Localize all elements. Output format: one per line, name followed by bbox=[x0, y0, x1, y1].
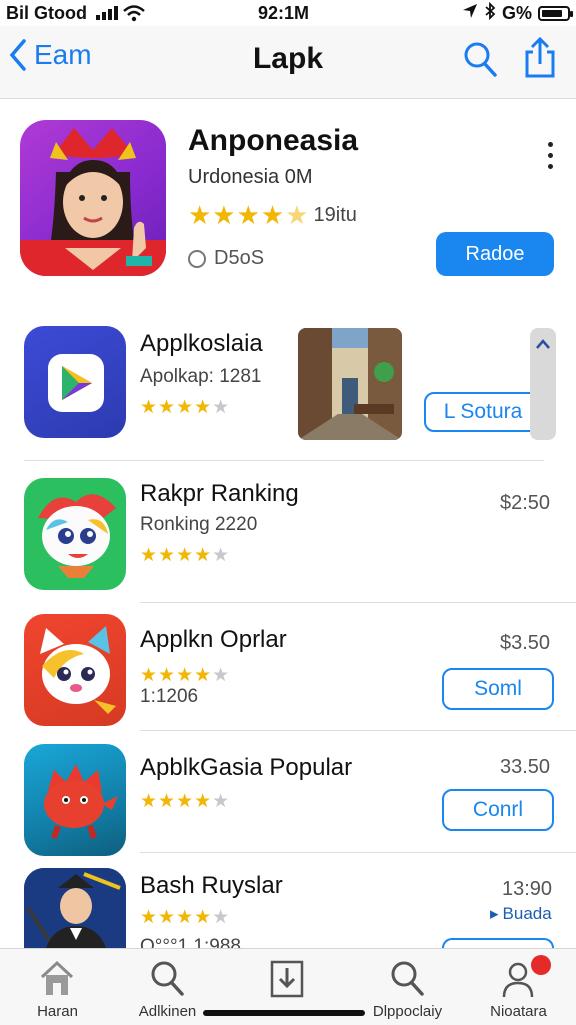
app-subtitle: O°°°1 1:988 bbox=[140, 936, 241, 948]
search-button[interactable] bbox=[462, 40, 498, 83]
app-name[interactable]: Rakpr Ranking bbox=[140, 480, 299, 508]
battery-icon bbox=[538, 6, 573, 21]
battery-percent: G% bbox=[501, 3, 532, 23]
clock: 92:1M bbox=[258, 3, 310, 23]
app-name[interactable]: ApblkGasia Popular bbox=[140, 754, 352, 782]
student-portrait-icon bbox=[24, 868, 126, 948]
app-icon[interactable] bbox=[24, 868, 126, 948]
star-rating-icon: ★★★★★ bbox=[140, 907, 231, 928]
share-icon bbox=[525, 36, 555, 78]
chevron-up-icon bbox=[536, 339, 550, 349]
carrier-label: Bil Gtood bbox=[6, 3, 87, 23]
home-icon bbox=[40, 960, 74, 995]
dot-icon bbox=[548, 153, 553, 158]
play-logo-icon bbox=[48, 354, 104, 412]
app-name[interactable]: Bash Ruyslar bbox=[140, 872, 283, 900]
signal-bars-icon bbox=[96, 4, 122, 25]
app-price: $3.50 bbox=[500, 632, 551, 654]
app-price: 33.50 bbox=[500, 756, 551, 778]
app-price: $2:50 bbox=[500, 492, 551, 514]
featured-app-subtitle: Urdonesia 0M bbox=[188, 166, 313, 188]
tab-profile[interactable]: Nioatara bbox=[461, 949, 576, 1025]
star-rating-icon: ★★★★★ bbox=[140, 545, 231, 566]
app-icon[interactable] bbox=[24, 326, 126, 438]
featured-action-button[interactable]: Radoe bbox=[436, 232, 554, 276]
star-rating-icon: ★★★★★ bbox=[140, 665, 231, 686]
app-name[interactable]: Applkoslaia bbox=[140, 330, 263, 358]
cartoon-cat-icon bbox=[40, 626, 116, 714]
divider bbox=[140, 730, 576, 731]
featured-app-info-text: D5oS bbox=[214, 247, 265, 269]
tab-label: Dlppoclaiy bbox=[372, 1003, 443, 1020]
tab-label: Haran bbox=[37, 1003, 78, 1020]
cartoon-mascot-icon bbox=[38, 494, 116, 578]
search-icon bbox=[151, 961, 184, 996]
app-name[interactable]: Applkn Oprlar bbox=[140, 626, 287, 654]
app-icon[interactable] bbox=[24, 744, 126, 856]
divider bbox=[24, 460, 544, 461]
divider bbox=[140, 602, 576, 603]
app-subtitle: Ronking 2220 bbox=[140, 514, 258, 535]
featured-app-rating: ★★★★★ 19itu bbox=[188, 200, 357, 231]
navigation-bar: Eam Lapk bbox=[0, 26, 576, 99]
app-action-button[interactable]: Conrl bbox=[442, 789, 554, 831]
info-circle-icon bbox=[188, 249, 206, 268]
tab-discover[interactable]: Dlppoclaiy bbox=[350, 949, 465, 1025]
featured-app-info: D5oS bbox=[188, 247, 264, 270]
status-icons: G% bbox=[462, 1, 573, 25]
scrollbar[interactable] bbox=[530, 328, 556, 440]
bluetooth-icon bbox=[484, 1, 496, 25]
location-icon bbox=[462, 3, 478, 24]
notification-badge bbox=[531, 955, 551, 975]
featured-app-name[interactable]: Anponeasia bbox=[188, 124, 358, 158]
rating-count: 19itu bbox=[313, 204, 357, 226]
app-icon[interactable] bbox=[24, 478, 126, 590]
app-action-link-label: Buada bbox=[502, 904, 552, 923]
dot-icon bbox=[548, 164, 553, 169]
more-options-button[interactable] bbox=[548, 142, 553, 169]
status-bar: Bil Gtood 92:1M G% bbox=[0, 0, 576, 26]
divider bbox=[140, 852, 576, 853]
download-box-icon bbox=[270, 960, 304, 998]
avatar-illustration-icon bbox=[20, 128, 166, 276]
dot-icon bbox=[548, 142, 553, 147]
app-subtitle: Apolkap: 1281 bbox=[140, 366, 262, 387]
wifi-icon bbox=[122, 4, 146, 27]
app-subtitle: 1:1206 bbox=[140, 686, 199, 707]
featured-app-icon[interactable] bbox=[20, 120, 166, 276]
street-scene-icon bbox=[298, 328, 402, 440]
search-icon bbox=[391, 961, 424, 996]
app-action-button[interactable]: Soml bbox=[442, 668, 554, 710]
app-action-button[interactable]: L Sotura bbox=[424, 392, 542, 432]
app-screenshot-thumbnail[interactable] bbox=[298, 328, 402, 440]
star-rating-icon: ★★★★★ bbox=[188, 200, 310, 230]
search-icon bbox=[464, 42, 497, 77]
home-indicator[interactable] bbox=[203, 1010, 365, 1016]
red-creature-icon bbox=[44, 764, 118, 839]
app-action-button[interactable] bbox=[442, 938, 554, 948]
play-triangle-icon: ▸ bbox=[490, 904, 499, 923]
tab-home[interactable]: Haran bbox=[0, 949, 115, 1025]
app-icon[interactable] bbox=[24, 614, 126, 726]
star-rating-icon: ★★★★★ bbox=[140, 791, 231, 812]
app-action-link[interactable]: ▸ Buada bbox=[490, 904, 552, 924]
tab-label: Nioatara bbox=[490, 1003, 547, 1020]
app-price: 13:90 bbox=[502, 878, 553, 900]
share-button[interactable] bbox=[522, 36, 558, 85]
star-rating-icon: ★★★★★ bbox=[140, 397, 231, 418]
